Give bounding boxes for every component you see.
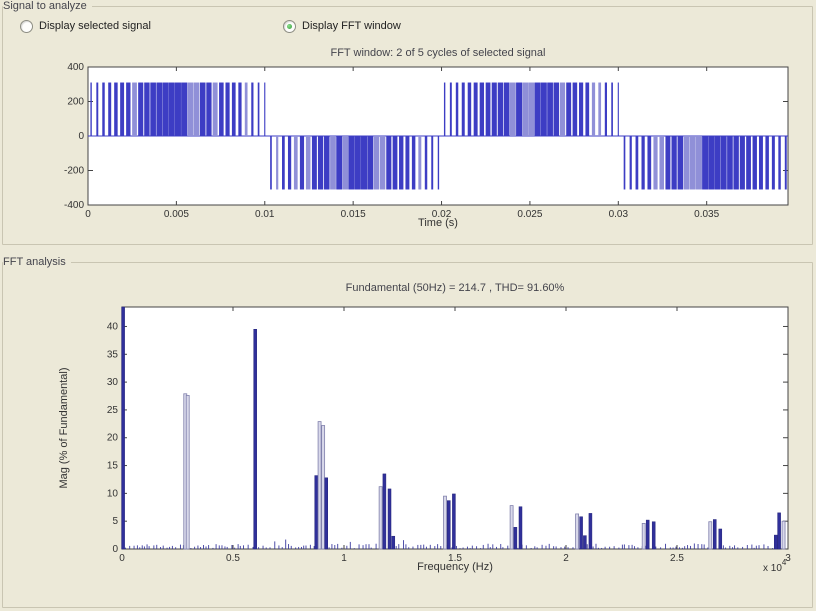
svg-text:35: 35	[107, 349, 119, 360]
svg-text:0: 0	[112, 544, 118, 555]
svg-text:10: 10	[107, 488, 119, 499]
svg-text:0: 0	[85, 209, 91, 220]
fft-spectrum-xlabel: Frequency (Hz)	[417, 561, 493, 573]
svg-text:0.01: 0.01	[255, 209, 275, 220]
svg-text:0.015: 0.015	[341, 209, 366, 220]
svg-text:25: 25	[107, 405, 119, 416]
svg-text:400: 400	[67, 62, 84, 73]
signal-to-analyze-label: Signal to analyze	[3, 0, 92, 12]
x-axis-exponent: x 104	[763, 558, 787, 574]
svg-text:0.5: 0.5	[226, 553, 240, 564]
display-selected-signal-option[interactable]: Display selected signal	[20, 19, 151, 33]
svg-text:200: 200	[67, 97, 84, 108]
display-fft-window-radio[interactable]	[283, 20, 296, 33]
svg-text:-400: -400	[64, 200, 84, 211]
svg-text:-200: -200	[64, 166, 84, 177]
svg-text:0: 0	[119, 553, 125, 564]
fft-spectrum-ylabel: Mag (% of Fundamental)	[58, 367, 70, 488]
svg-text:2.5: 2.5	[670, 553, 684, 564]
svg-text:2: 2	[563, 553, 569, 564]
svg-text:40: 40	[107, 321, 119, 332]
svg-text:15: 15	[107, 461, 119, 472]
svg-text:0.025: 0.025	[517, 209, 542, 220]
svg-text:1: 1	[341, 553, 347, 564]
fft-window-plot: FFT window: 2 of 5 cycles of selected si…	[0, 34, 816, 234]
svg-text:5: 5	[112, 516, 118, 527]
svg-text:0: 0	[78, 131, 84, 142]
svg-text:0.03: 0.03	[609, 209, 629, 220]
fft-window-plot-title: FFT window: 2 of 5 cycles of selected si…	[330, 47, 545, 59]
display-fft-window-label: Display FFT window	[302, 20, 401, 32]
svg-text:30: 30	[107, 377, 119, 388]
fft-spectrum-plot: Fundamental (50Hz) = 214.7 , THD= 91.60%…	[0, 266, 816, 586]
powergui-fft-tool-window: { "window": {"background": "#ece9d8"}, "…	[0, 0, 816, 611]
svg-text:0.005: 0.005	[164, 209, 189, 220]
display-selected-signal-label: Display selected signal	[39, 20, 151, 32]
svg-text:0.035: 0.035	[694, 209, 719, 220]
svg-text:20: 20	[107, 433, 119, 444]
fft-window-plot-xlabel: Time (s)	[418, 217, 458, 229]
radio-dot-icon	[287, 24, 292, 29]
display-selected-signal-radio[interactable]	[20, 20, 33, 33]
display-fft-window-option[interactable]: Display FFT window	[283, 19, 401, 33]
fft-spectrum-title: Fundamental (50Hz) = 214.7 , THD= 91.60%	[346, 282, 565, 294]
